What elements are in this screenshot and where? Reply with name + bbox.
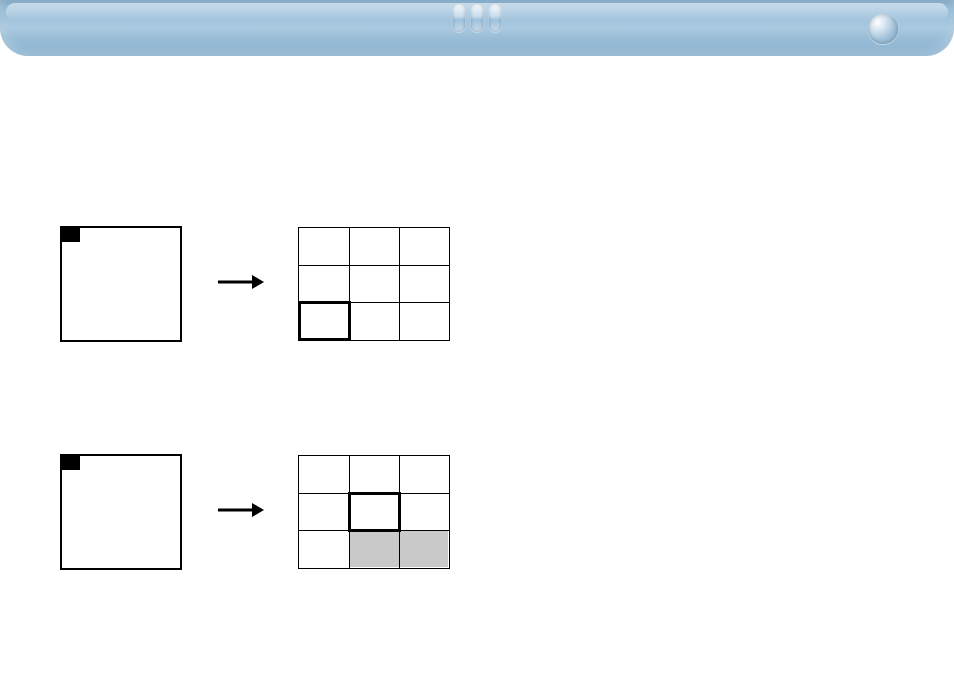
diagram-row (60, 454, 450, 570)
selected-cell (298, 301, 351, 341)
titlebar-pill (489, 4, 501, 32)
titlebar-knob (868, 14, 898, 44)
arrow-icon (216, 501, 264, 524)
titlebar-pill-group (453, 4, 501, 32)
source-frame (60, 226, 182, 342)
arrow-icon (216, 273, 264, 296)
window-titlebar (0, 0, 954, 56)
reference-point-icon (62, 228, 80, 242)
titlebar-pill (471, 4, 483, 32)
output-grid (298, 227, 450, 341)
reference-point-icon (62, 456, 80, 470)
protected-cell (349, 531, 399, 567)
diagram-row (60, 226, 450, 342)
output-grid (298, 455, 450, 569)
source-frame (60, 454, 182, 570)
titlebar-pill (453, 4, 465, 32)
protected-cell (399, 531, 448, 567)
selected-cell (348, 492, 401, 532)
